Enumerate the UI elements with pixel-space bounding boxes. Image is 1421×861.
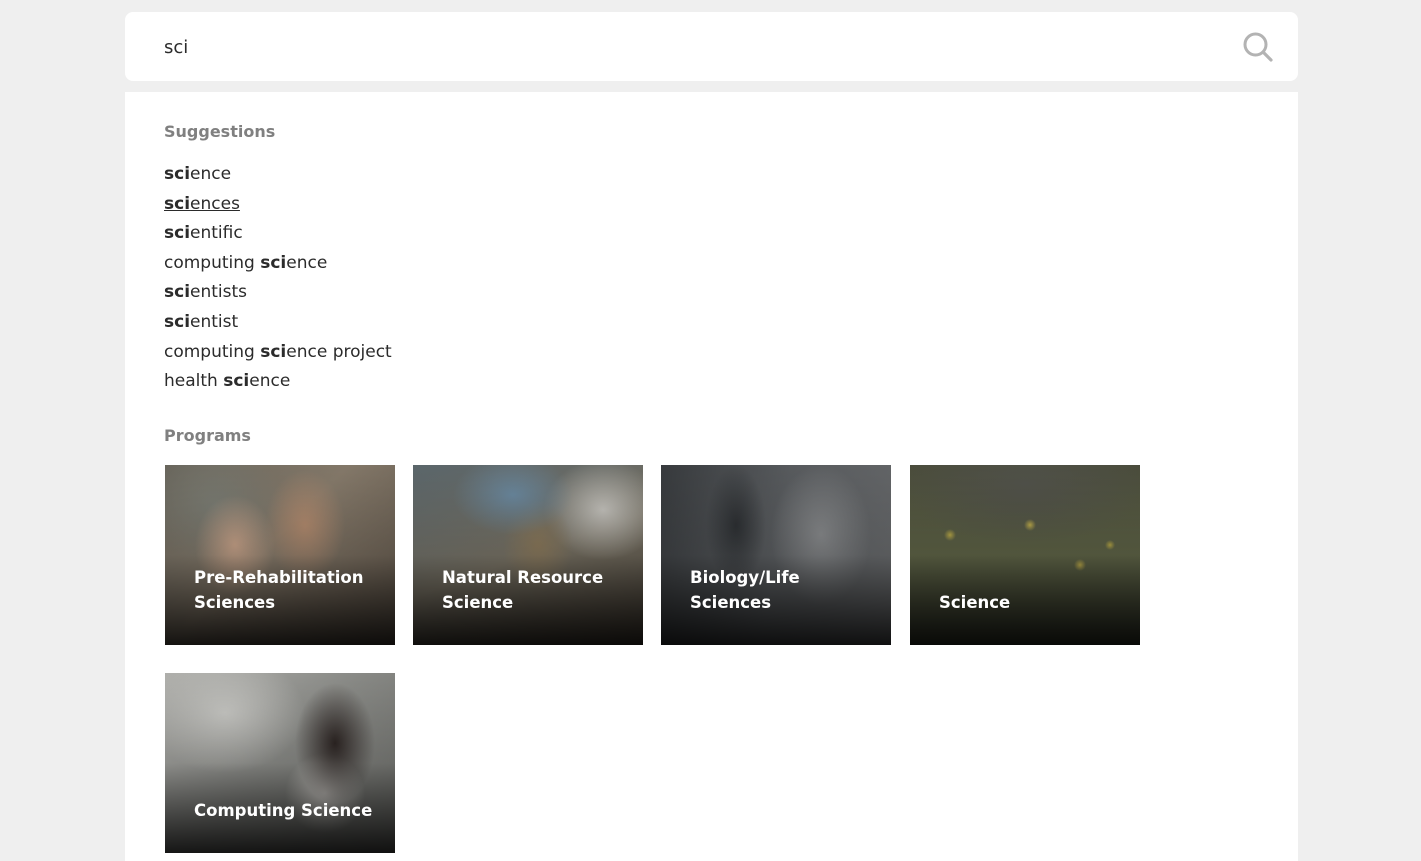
program-card[interactable]: Pre-Rehabilitation Sciences	[165, 465, 395, 645]
program-title: Pre-Rehabilitation Sciences	[194, 568, 364, 612]
suggestions-heading: Suggestions	[164, 122, 276, 141]
search-input[interactable]	[164, 34, 1204, 60]
suggestion-item[interactable]: health science	[164, 370, 392, 400]
suggestion-item[interactable]: computing science	[164, 252, 392, 282]
suggestion-item[interactable]: scientist	[164, 311, 392, 341]
program-title: Biology/Life Sciences	[690, 568, 800, 612]
program-card[interactable]: Computing Science	[165, 673, 395, 853]
search-icon[interactable]	[1242, 31, 1274, 63]
program-card[interactable]: Natural Resource Science	[413, 465, 643, 645]
program-title: Science	[939, 593, 1011, 612]
suggestion-item[interactable]: scientists	[164, 281, 392, 311]
program-title: Natural Resource Science	[442, 568, 604, 612]
search-bar	[125, 12, 1298, 81]
search-results-panel: Suggestions science sciences scientific …	[125, 92, 1298, 861]
suggestion-item[interactable]: computing science project	[164, 341, 392, 371]
suggestion-list: science sciences scientific computing sc…	[164, 163, 392, 400]
suggestion-item[interactable]: science	[164, 163, 392, 193]
program-card[interactable]: Biology/Life Sciences	[661, 465, 891, 645]
suggestion-item[interactable]: scientific	[164, 222, 392, 252]
suggestion-item[interactable]: sciences	[164, 193, 392, 223]
programs-heading: Programs	[164, 426, 251, 445]
program-title: Computing Science	[194, 801, 373, 820]
program-card[interactable]: Science	[910, 465, 1140, 645]
